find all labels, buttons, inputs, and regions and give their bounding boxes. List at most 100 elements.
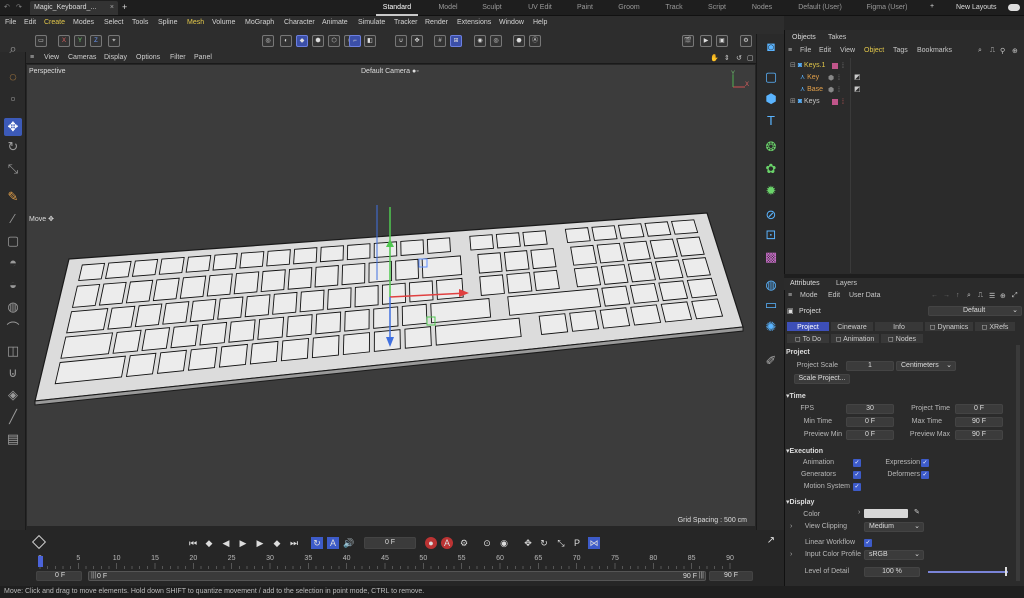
dolly-icon[interactable]: ⇕ (724, 54, 730, 62)
field-icon[interactable]: ⊡ (762, 226, 780, 244)
keyboard-model[interactable] (27, 65, 755, 526)
move-key-icon[interactable]: ✥ (522, 537, 534, 549)
selection-icon[interactable]: ▫ (4, 90, 22, 108)
attr-tab-cineware[interactable]: Cineware (830, 321, 874, 332)
max-time-field[interactable]: 90 F (955, 417, 1003, 427)
menu-volume[interactable]: Volume (212, 19, 235, 26)
add-icon[interactable]: ⊕ (1000, 292, 1006, 300)
color-swatch[interactable] (864, 509, 908, 518)
tag-icon[interactable]: ◩ (854, 72, 861, 83)
expand-input-color-icon[interactable]: › (790, 551, 792, 558)
layout-tab-groom[interactable]: Groom (612, 0, 646, 16)
up-arrow-icon[interactable]: ↑ (956, 292, 960, 299)
mirror-tool-icon[interactable]: ◫ (4, 342, 22, 360)
prev-frame-icon[interactable]: ◀ (220, 537, 232, 549)
viewport-menu-display[interactable]: Display (104, 54, 127, 61)
menu-tools[interactable]: Tools (132, 19, 148, 26)
object-mode-icon[interactable]: ◆ (296, 35, 308, 47)
paint-tool-icon[interactable]: ◒ (4, 276, 22, 294)
menu-simulate[interactable]: Simulate (358, 19, 385, 26)
layout-tab-paint[interactable]: Paint (570, 0, 600, 16)
objects-menu-view[interactable]: View (840, 47, 855, 54)
current-frame-marker[interactable] (38, 556, 43, 567)
chevron-right-icon[interactable]: › (858, 509, 860, 516)
fps-field[interactable]: 30 (846, 404, 894, 414)
objects-menu-icon[interactable]: ≡ (788, 47, 792, 54)
search-icon[interactable]: ⌕ (967, 292, 971, 300)
spline-icon[interactable]: ▢ (762, 68, 780, 86)
objects-menu-file[interactable]: File (800, 47, 811, 54)
layout-tab-sculpt[interactable]: Sculpt (474, 0, 510, 16)
points-mode-icon[interactable]: ⬢ (312, 35, 324, 47)
range-end-handle[interactable]: ||| (699, 572, 704, 579)
menu-create[interactable]: Create (44, 19, 65, 26)
environment-icon[interactable]: ◍ (762, 276, 780, 294)
expand-icon[interactable]: ⤢ (1012, 292, 1018, 300)
deformers-checkbox[interactable]: ✓ (921, 471, 929, 479)
pen-tool-icon[interactable]: ✎ (4, 188, 22, 206)
viewport-menu-filter[interactable]: Filter (170, 54, 186, 61)
next-key-icon[interactable]: ◆ (271, 537, 283, 549)
toggle-icon[interactable] (1008, 4, 1020, 11)
key-mode-icon[interactable]: ◉ (498, 537, 510, 549)
orbit-icon[interactable]: ↺ (736, 54, 742, 62)
deformer-icon[interactable]: ⊘ (762, 206, 780, 224)
loop-icon[interactable]: ↻ (311, 537, 323, 549)
coordinate-system-icon[interactable]: ⌖ (108, 35, 120, 47)
scene-icon[interactable]: ▩ (762, 248, 780, 266)
expand-view-clipping-icon[interactable]: › (790, 523, 792, 530)
scale-key-icon[interactable]: ⤡ (555, 537, 567, 549)
objects-menu-tags[interactable]: Tags (893, 47, 908, 54)
render-view-icon[interactable]: ◎ (490, 35, 502, 47)
cube-icon[interactable]: ⬢ (762, 90, 780, 108)
render-settings-icon[interactable]: ⚙ (740, 35, 752, 47)
uv-mode-icon[interactable]: ⌐ (349, 35, 361, 47)
preview-min-field[interactable]: 0 F (846, 430, 894, 440)
menu-help[interactable]: Help (533, 19, 547, 26)
layout-tab-uv-edit[interactable]: UV Edit (522, 0, 558, 16)
attr-tab-todo[interactable]: ◻ To Do (786, 333, 830, 344)
layout-tab-script[interactable]: Script (700, 0, 734, 16)
text-icon[interactable]: T (762, 112, 780, 130)
param-key-icon[interactable]: P (571, 537, 583, 549)
viewport-menu-panel[interactable]: Panel (194, 54, 212, 61)
tag-icon[interactable]: ◩ (854, 84, 861, 95)
object-row-keys1[interactable]: ⊟ ◙ Keys.1 ⁞ (790, 60, 844, 71)
attr-tab-info[interactable]: Info (874, 321, 924, 332)
model-mode-icon[interactable]: ◎ (262, 35, 274, 47)
keyframe-settings-icon[interactable]: ⚙ (458, 537, 470, 549)
menu-select[interactable]: Select (104, 19, 123, 26)
move-tool-icon[interactable]: ✥ (4, 118, 22, 136)
menu-render[interactable]: Render (425, 19, 448, 26)
record-icon[interactable]: ● (425, 537, 437, 549)
light-icon[interactable]: ✺ (762, 318, 780, 336)
start-frame-field[interactable]: 0 F (36, 571, 82, 581)
live-select-icon[interactable]: ◌ (4, 68, 22, 86)
polygon-tool-icon[interactable]: ▢ (4, 232, 22, 250)
goto-start-icon[interactable]: ⏮ (187, 537, 199, 549)
viewport[interactable]: Perspective Default Camera ●◦ Move ✥ Y X… (27, 65, 755, 526)
undo-view-icon[interactable]: ▭ (35, 35, 47, 47)
scale-tool-icon[interactable]: ⤡ (4, 160, 22, 178)
pla-key-icon[interactable]: ⋈ (588, 537, 600, 549)
attributes-scrollbar[interactable] (1016, 345, 1020, 581)
render-icon[interactable]: ◉ (474, 35, 486, 47)
menu-spline[interactable]: Spline (158, 19, 177, 26)
level-of-detail-field[interactable]: 100 % (864, 567, 920, 577)
scale-project-button[interactable]: Scale Project... (794, 374, 850, 384)
generators-checkbox[interactable]: ✓ (853, 471, 861, 479)
forward-arrow-icon[interactable]: → (943, 292, 950, 299)
autokey-icon[interactable]: A (441, 537, 453, 549)
sound-icon[interactable]: 🔊 (343, 537, 355, 549)
layout-tab-figma-user[interactable]: Figma (User) (862, 0, 912, 16)
knife-tool-icon[interactable]: ∕ (4, 210, 22, 228)
forward-icon[interactable]: ↷ (16, 3, 22, 11)
view-clipping-dropdown[interactable]: Medium ⌄ (864, 522, 924, 532)
viewport-menu-options[interactable]: Options (136, 54, 160, 61)
grid-snap-icon[interactable]: # (434, 35, 446, 47)
search-icon[interactable]: ⌕ (4, 40, 22, 58)
rotate-tool-icon[interactable]: ↻ (4, 138, 22, 156)
texture-mode-icon[interactable]: ◐ (280, 35, 292, 47)
menu-extensions[interactable]: Extensions (457, 19, 491, 26)
objects-menu-edit[interactable]: Edit (819, 47, 831, 54)
